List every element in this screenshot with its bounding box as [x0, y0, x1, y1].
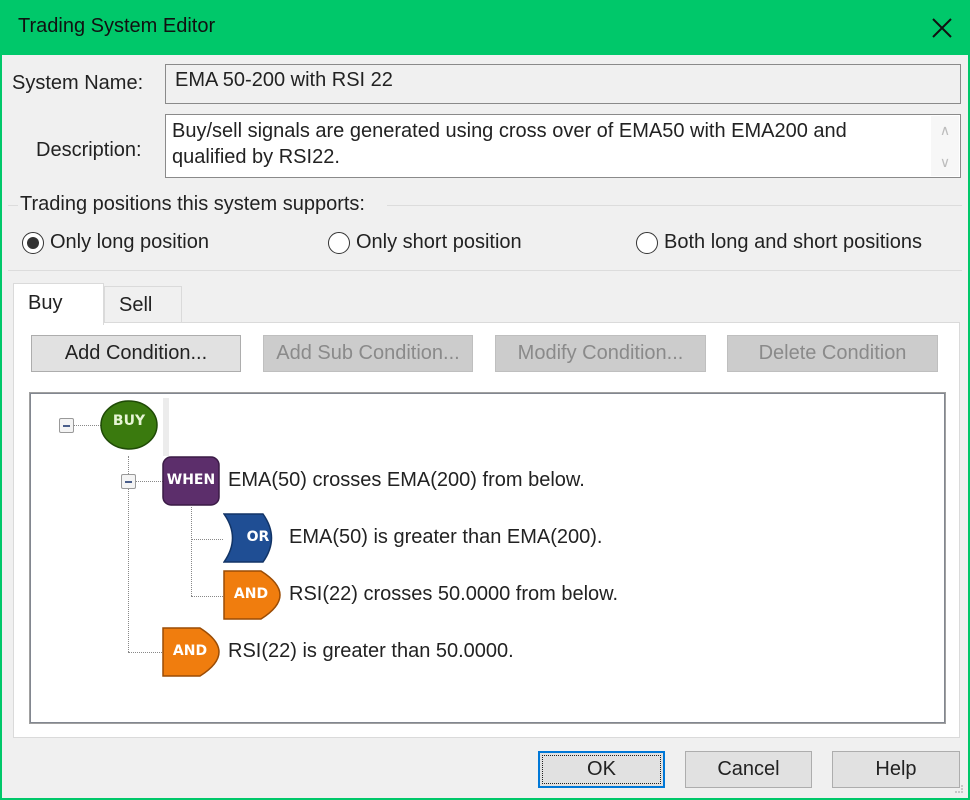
delete-condition-button[interactable]: Delete Condition	[727, 335, 938, 372]
group-border-right	[387, 205, 962, 206]
tree-connector	[74, 425, 101, 426]
collapse-when-toggle[interactable]	[121, 474, 136, 489]
description-label: Description:	[36, 139, 142, 161]
positions-group-label: Trading positions this system supports:	[20, 193, 365, 215]
radio-label: Both long and short positions	[664, 231, 922, 253]
close-icon	[932, 17, 952, 38]
radio-button[interactable]	[328, 231, 350, 254]
radio-only-long[interactable]: Only long position	[22, 231, 209, 254]
scroll-down-icon[interactable]: ∨	[940, 154, 950, 170]
tree-connector	[135, 481, 163, 482]
or-badge-label: OR	[246, 529, 270, 545]
tree-node-and[interactable]: AND	[162, 627, 220, 677]
close-button[interactable]	[912, 0, 970, 55]
group-border-left	[8, 205, 18, 206]
modify-condition-button[interactable]: Modify Condition...	[495, 335, 706, 372]
radio-label: Only long position	[50, 231, 209, 253]
add-condition-button[interactable]: Add Condition...	[31, 335, 241, 372]
description-text: Buy/sell signals are generated using cro…	[172, 120, 847, 168]
tab-sell[interactable]: Sell	[104, 286, 182, 322]
when-badge-label: WHEN	[166, 472, 216, 488]
system-name-label: System Name:	[12, 72, 144, 94]
condition-tree[interactable]: BUY WHEN EMA(50) crosses EMA(200) from b…	[29, 392, 946, 724]
selection-highlight	[163, 398, 169, 456]
cancel-button[interactable]: Cancel	[685, 751, 812, 788]
and-badge-label: AND	[172, 643, 208, 659]
tab-buy[interactable]: Buy	[13, 283, 104, 325]
ok-button[interactable]: OK	[538, 751, 665, 788]
description-scrollbar[interactable]: ∧ ∨	[931, 116, 959, 176]
focus-rectangle	[542, 755, 661, 784]
radio-only-short[interactable]: Only short position	[328, 231, 522, 254]
group-border-bottom	[8, 270, 962, 271]
radio-label: Only short position	[356, 231, 522, 253]
and-condition-text[interactable]: RSI(22) crosses 50.0000 from below.	[289, 583, 618, 606]
window-title: Trading System Editor	[18, 15, 216, 37]
collapse-buy-toggle[interactable]	[59, 418, 74, 433]
title-bar[interactable]: Trading System Editor	[2, 0, 970, 55]
and-badge-label: AND	[233, 586, 269, 602]
system-name-field[interactable]: EMA 50-200 with RSI 22	[165, 64, 961, 104]
when-condition-text[interactable]: EMA(50) crosses EMA(200) from below.	[228, 469, 585, 492]
buy-badge-label: BUY	[112, 413, 146, 429]
scroll-up-icon[interactable]: ∧	[940, 122, 950, 138]
trading-system-editor-dialog: Trading System Editor System Name: EMA 5…	[0, 0, 970, 800]
radio-both[interactable]: Both long and short positions	[636, 231, 922, 254]
radio-button-checked[interactable]	[22, 231, 44, 254]
radio-dot	[27, 236, 39, 249]
tree-connector	[191, 596, 223, 597]
tree-connector	[128, 652, 162, 653]
description-field[interactable]: Buy/sell signals are generated using cro…	[165, 114, 961, 178]
tree-root-buy[interactable]: BUY	[100, 400, 158, 450]
tree-node-and[interactable]: AND	[223, 570, 281, 620]
tree-connector	[191, 539, 223, 540]
and-condition-text[interactable]: RSI(22) is greater than 50.0000.	[228, 640, 514, 663]
radio-button[interactable]	[636, 231, 658, 254]
tree-node-when[interactable]: WHEN	[162, 456, 220, 506]
add-sub-condition-button[interactable]: Add Sub Condition...	[263, 335, 473, 372]
tree-connector	[191, 507, 192, 596]
resize-grip-icon[interactable]	[954, 784, 964, 794]
tree-node-or[interactable]: OR	[223, 513, 281, 563]
or-condition-text[interactable]: EMA(50) is greater than EMA(200).	[289, 526, 602, 549]
help-button[interactable]: Help	[832, 751, 960, 788]
